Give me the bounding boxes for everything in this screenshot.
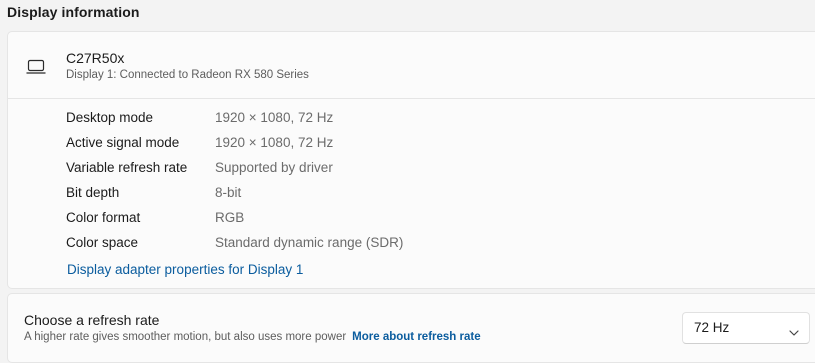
detail-label: Bit depth [66,185,120,200]
detail-value: Standard dynamic range (SDR) [215,235,404,250]
chevron-down-icon [789,324,799,336]
display-info-card: C27R50x Display 1: Connected to Radeon R… [7,31,815,289]
refresh-rate-dropdown[interactable]: 72 Hz [682,312,810,344]
section-title: Display information [7,4,140,20]
monitor-connection: Display 1: Connected to Radeon RX 580 Se… [66,69,309,81]
refresh-rate-description: A higher rate gives smoother motion, but… [24,331,481,343]
refresh-rate-description-text: A higher rate gives smoother motion, but… [24,331,347,343]
detail-label: Desktop mode [66,110,154,125]
detail-value: RGB [215,210,245,225]
detail-label: Variable refresh rate [66,160,188,175]
detail-label: Color space [66,235,139,250]
monitor-name: C27R50x [66,50,125,66]
monitor-header: C27R50x Display 1: Connected to Radeon R… [8,32,815,99]
detail-value: 1920 × 1080, 72 Hz [215,110,334,125]
detail-label: Active signal mode [66,135,180,150]
display-adapter-properties-link[interactable]: Display adapter properties for Display 1 [67,262,303,277]
detail-label: Color format [66,210,141,225]
detail-value: 1920 × 1080, 72 Hz [215,135,334,150]
detail-value: Supported by driver [215,160,333,175]
refresh-rate-card: Choose a refresh rate A higher rate give… [7,293,815,363]
more-about-refresh-rate-link[interactable]: More about refresh rate [352,331,480,343]
detail-value: 8-bit [215,185,242,200]
laptop-icon [26,59,46,75]
refresh-rate-title: Choose a refresh rate [24,312,160,328]
refresh-rate-selected-value: 72 Hz [694,320,730,335]
